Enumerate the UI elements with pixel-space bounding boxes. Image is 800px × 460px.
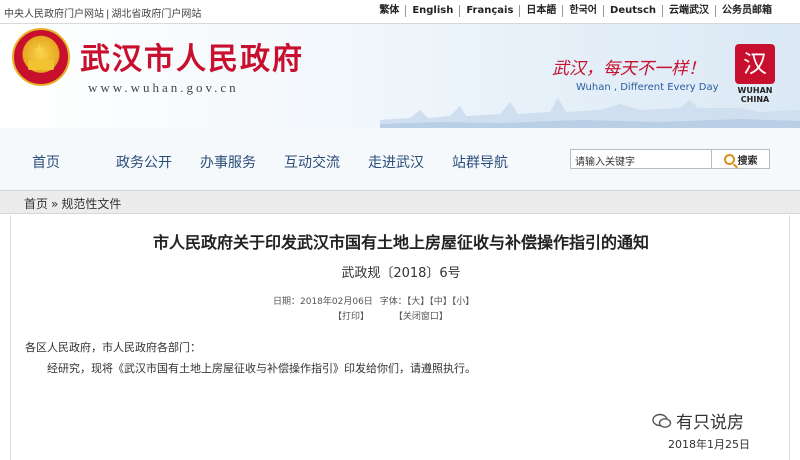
breadcrumb-separator: »: [51, 197, 59, 211]
search-input[interactable]: 请输入关键字: [570, 149, 712, 169]
central-portal-link[interactable]: 中央人民政府门户网站: [4, 9, 104, 20]
nav-items: 首页 政务公开 办事服务 互动交流 走进武汉 站群导航: [32, 152, 536, 172]
lang-japanese-link[interactable]: 日本語: [519, 5, 562, 17]
document-body: 经研究，现将《武汉市国有土地上房屋征收与补偿操作指引》印发给你们，请遵照执行。: [47, 362, 476, 375]
site-title[interactable]: 武汉市人民政府: [80, 34, 304, 78]
watermark-brand: 有只说房: [676, 413, 744, 433]
main-nav: 首页 政务公开 办事服务 互动交流 走进武汉 站群导航 请输入关键字 搜索: [0, 128, 800, 190]
nav-item-services[interactable]: 办事服务: [200, 152, 284, 172]
nav-item-government-affairs[interactable]: 政务公开: [116, 152, 200, 172]
portal-links: 中央人民政府门户网站 | 湖北省政府门户网站: [4, 5, 203, 20]
nav-item-interaction[interactable]: 互动交流: [284, 152, 368, 172]
hubei-portal-link[interactable]: 湖北省政府门户网站: [111, 9, 201, 20]
top-utility-bar: 中央人民政府门户网站 | 湖北省政府门户网站 繁体 English Français…: [0, 0, 800, 24]
city-slogan-en: Wuhan , Different Every Day: [576, 82, 719, 93]
site-banner: ★ 武汉市人民政府 www.wuhan.gov.cn 武汉，每天不一样！ Wuh…: [0, 24, 800, 128]
document-title: 市人民政府关于印发武汉市国有土地上房屋征收与补偿操作指引的通知: [152, 233, 649, 252]
lang-german-link[interactable]: Deutsch: [603, 5, 662, 17]
site-domain: www.wuhan.gov.cn: [88, 80, 239, 95]
search-button-label: 搜索: [737, 155, 758, 167]
print-link[interactable]: 【打印】: [333, 312, 369, 322]
search-button[interactable]: 搜索: [712, 149, 770, 169]
close-window-link[interactable]: 【关闭窗口】: [394, 312, 448, 322]
lang-french-link[interactable]: Français: [459, 5, 519, 17]
lang-english-link[interactable]: English: [405, 5, 459, 17]
national-emblem-icon: ★: [12, 28, 70, 86]
lang-korean-link[interactable]: 한국어: [562, 5, 603, 17]
civil-servant-mail-link[interactable]: 公务员邮箱: [715, 5, 778, 17]
font-size-large[interactable]: 【大】: [407, 297, 430, 307]
document-actions: 【打印】 【关闭窗口】: [333, 309, 470, 322]
wechat-icon: [652, 413, 672, 428]
font-size-medium[interactable]: 【中】: [429, 297, 452, 307]
document-salutation: 各区人民政府，市人民政府各部门：: [25, 341, 201, 354]
breadcrumb-home[interactable]: 首页: [24, 197, 48, 211]
document-date: 日期：2018年02月06日: [273, 297, 373, 307]
wuhan-logo-icon: 汉: [735, 44, 775, 84]
breadcrumb: 首页» 规范性文件: [0, 190, 800, 214]
document-meta: 日期：2018年02月06日 字体：【大】【中】【小】: [273, 294, 478, 307]
publish-date: 2018年1月25日: [668, 438, 750, 451]
portal-separator: |: [106, 9, 110, 20]
nav-item-about-wuhan[interactable]: 走进武汉: [368, 152, 452, 172]
city-logo-text: WUHAN CHINA: [737, 86, 773, 104]
nav-item-home[interactable]: 首页: [32, 152, 116, 172]
font-size-small[interactable]: 【小】: [452, 297, 475, 307]
wuhan-city-logo: 汉 WUHAN CHINA: [732, 44, 778, 106]
cloud-wuhan-link[interactable]: 云端武汉: [662, 5, 715, 17]
lang-traditional-link[interactable]: 繁体: [373, 5, 405, 17]
watermark: 有只说房: [652, 408, 744, 433]
font-size-label: 字体：: [379, 297, 407, 307]
search-icon: [723, 153, 735, 165]
city-slogan: 武汉，每天不一样！: [552, 59, 705, 79]
language-links: 繁体 English Français 日本語 한국어 Deutsch 云端武汉…: [373, 5, 778, 17]
breadcrumb-current[interactable]: 规范性文件: [61, 197, 121, 211]
nav-item-site-navigation[interactable]: 站群导航: [452, 152, 536, 172]
document-number: 武政规〔2018〕6号: [341, 266, 461, 281]
